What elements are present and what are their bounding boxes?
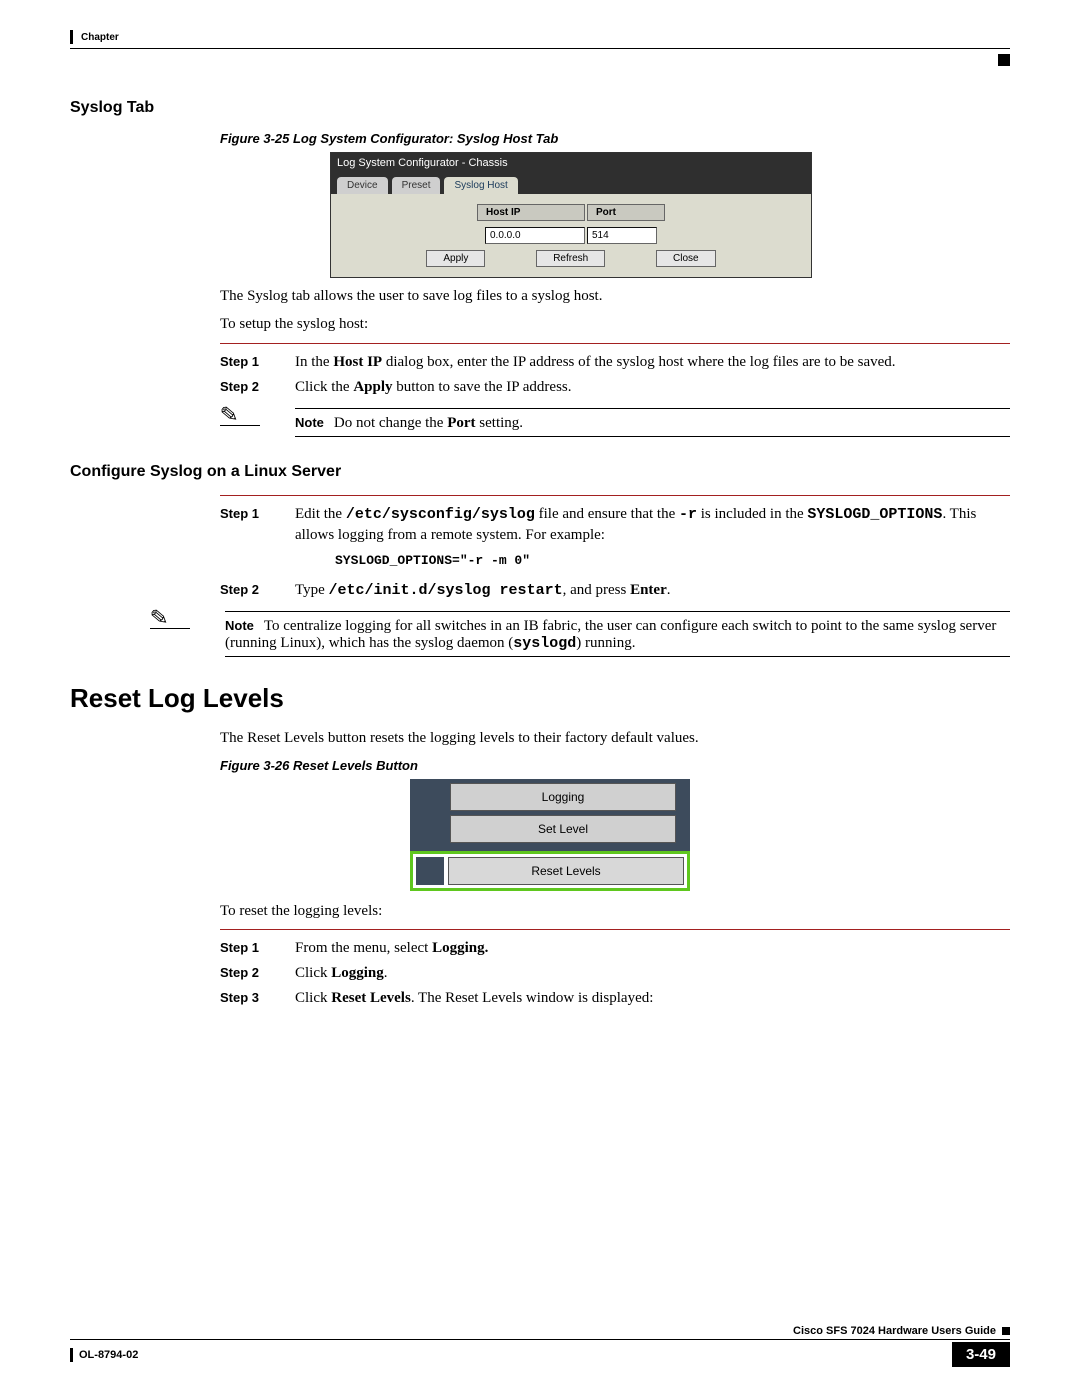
configure-heading: Configure Syslog on a Linux Server [70, 463, 1010, 481]
logging-button[interactable]: Logging [450, 783, 676, 811]
page-number: 3-49 [952, 1342, 1010, 1367]
note-block: ✎ Note Do not change the Port setting. [220, 404, 1010, 443]
pencil-icon: ✎ [149, 606, 169, 630]
color-swatch [416, 857, 444, 885]
reset-levels-button[interactable]: Reset Levels [448, 857, 684, 885]
dialog-title: Log System Configurator - Chassis [331, 153, 811, 173]
text: dialog box, enter the IP address of the … [382, 354, 895, 370]
text: setting. [476, 415, 524, 431]
footer-guide: Cisco SFS 7024 Hardware Users Guide [793, 1325, 996, 1337]
header-marker [70, 30, 73, 44]
chapter-label: Chapter [81, 32, 119, 43]
text: is included in the [697, 506, 807, 522]
text: From the menu, select [295, 940, 432, 956]
steps-rule [220, 343, 1010, 344]
reset-step-1: Step 1 From the menu, select Logging. [220, 938, 1010, 959]
text: , and press [563, 582, 631, 598]
step-label: Step 1 [220, 938, 295, 959]
pencil-icon: ✎ [219, 403, 239, 427]
figure-25-caption: Figure 3-25 Log System Configurator: Sys… [220, 131, 1010, 146]
note-label: Note [295, 415, 324, 430]
step-label: Step 2 [220, 963, 295, 984]
code: /etc/sysconfig/syslog [346, 506, 535, 523]
footer-doc-number: OL-8794-02 [79, 1349, 138, 1361]
syslog-step-1: Step 1 In the Host IP dialog box, enter … [220, 352, 1010, 373]
footer-square-icon [1002, 1327, 1010, 1335]
logging-term: Logging. [432, 940, 488, 956]
step-label: Step 1 [220, 504, 295, 576]
host-ip-term: Host IP [333, 354, 382, 370]
reset-levels-term: Reset Levels [331, 990, 411, 1006]
code: syslogd [513, 635, 576, 652]
text: button to save the IP address. [393, 379, 572, 395]
header-rule [70, 48, 1010, 49]
enter-term: Enter [630, 582, 667, 598]
steps-rule [220, 495, 1010, 496]
port-input[interactable]: 514 [587, 227, 657, 244]
text: . [667, 582, 671, 598]
refresh-button[interactable]: Refresh [536, 250, 605, 267]
syslog-description: The Syslog tab allows the user to save l… [220, 286, 1010, 306]
text: In the [295, 354, 333, 370]
text: ) running. [576, 635, 635, 651]
reset-levels-highlight: Reset Levels [410, 851, 690, 891]
syslog-dialog: Log System Configurator - Chassis Device… [330, 152, 812, 278]
footer-marker [70, 1348, 73, 1362]
logging-term: Logging [331, 965, 384, 981]
hostip-input[interactable]: 0.0.0.0 [485, 227, 585, 244]
reset-heading: Reset Log Levels [70, 683, 1010, 714]
port-label: Port [587, 204, 665, 221]
syslog-setup-intro: To setup the syslog host: [220, 314, 1010, 334]
tab-device[interactable]: Device [337, 177, 388, 194]
syslog-step-2: Step 2 Click the Apply button to save th… [220, 377, 1010, 398]
text: . [384, 965, 388, 981]
tab-syslog-host[interactable]: Syslog Host [444, 177, 517, 194]
text: Type [295, 582, 329, 598]
config-step-2: Step 2 Type /etc/init.d/syslog restart, … [220, 580, 1010, 601]
reset-figure: Logging Set Level Reset Levels [410, 779, 690, 891]
syslog-heading: Syslog Tab [70, 99, 1010, 117]
text: Click [295, 990, 331, 1006]
code-block: SYSLOGD_OPTIONS="-r -m 0" [335, 552, 1010, 570]
note-block-2: ✎ NoteTo centralize logging for all swit… [150, 607, 1010, 663]
step-label: Step 2 [220, 377, 295, 398]
config-step-1: Step 1 Edit the /etc/sysconfig/syslog fi… [220, 504, 1010, 576]
close-button[interactable]: Close [656, 250, 716, 267]
text: Click the [295, 379, 353, 395]
step-label: Step 3 [220, 988, 295, 1009]
apply-term: Apply [353, 379, 392, 395]
tab-preset[interactable]: Preset [392, 177, 441, 194]
port-term: Port [447, 415, 475, 431]
apply-button[interactable]: Apply [426, 250, 485, 267]
page-footer: Cisco SFS 7024 Hardware Users Guide OL-8… [70, 1325, 1010, 1367]
step-label: Step 1 [220, 352, 295, 373]
reset-step-3: Step 3 Click Reset Levels. The Reset Lev… [220, 988, 1010, 1009]
hostip-label: Host IP [477, 204, 585, 221]
note-label: Note [225, 618, 254, 633]
reset-step-2: Step 2 Click Logging. [220, 963, 1010, 984]
reset-to-intro: To reset the logging levels: [220, 901, 1010, 921]
text: Click [295, 965, 331, 981]
dialog-tabs: Device Preset Syslog Host [331, 173, 811, 194]
steps-rule [220, 929, 1010, 930]
text: file and ensure that the [535, 506, 679, 522]
code: SYSLOGD_OPTIONS [807, 506, 942, 523]
step-label: Step 2 [220, 580, 295, 601]
reset-description: The Reset Levels button resets the loggi… [220, 728, 1010, 748]
header-box-icon [998, 54, 1010, 66]
figure-26-caption: Figure 3-26 Reset Levels Button [220, 758, 1010, 773]
text: Do not change the [334, 415, 447, 431]
set-level-button[interactable]: Set Level [450, 815, 676, 843]
code: /etc/init.d/syslog restart [329, 582, 563, 599]
code: -r [679, 506, 697, 523]
text: . The Reset Levels window is displayed: [411, 990, 654, 1006]
text: Edit the [295, 506, 346, 522]
